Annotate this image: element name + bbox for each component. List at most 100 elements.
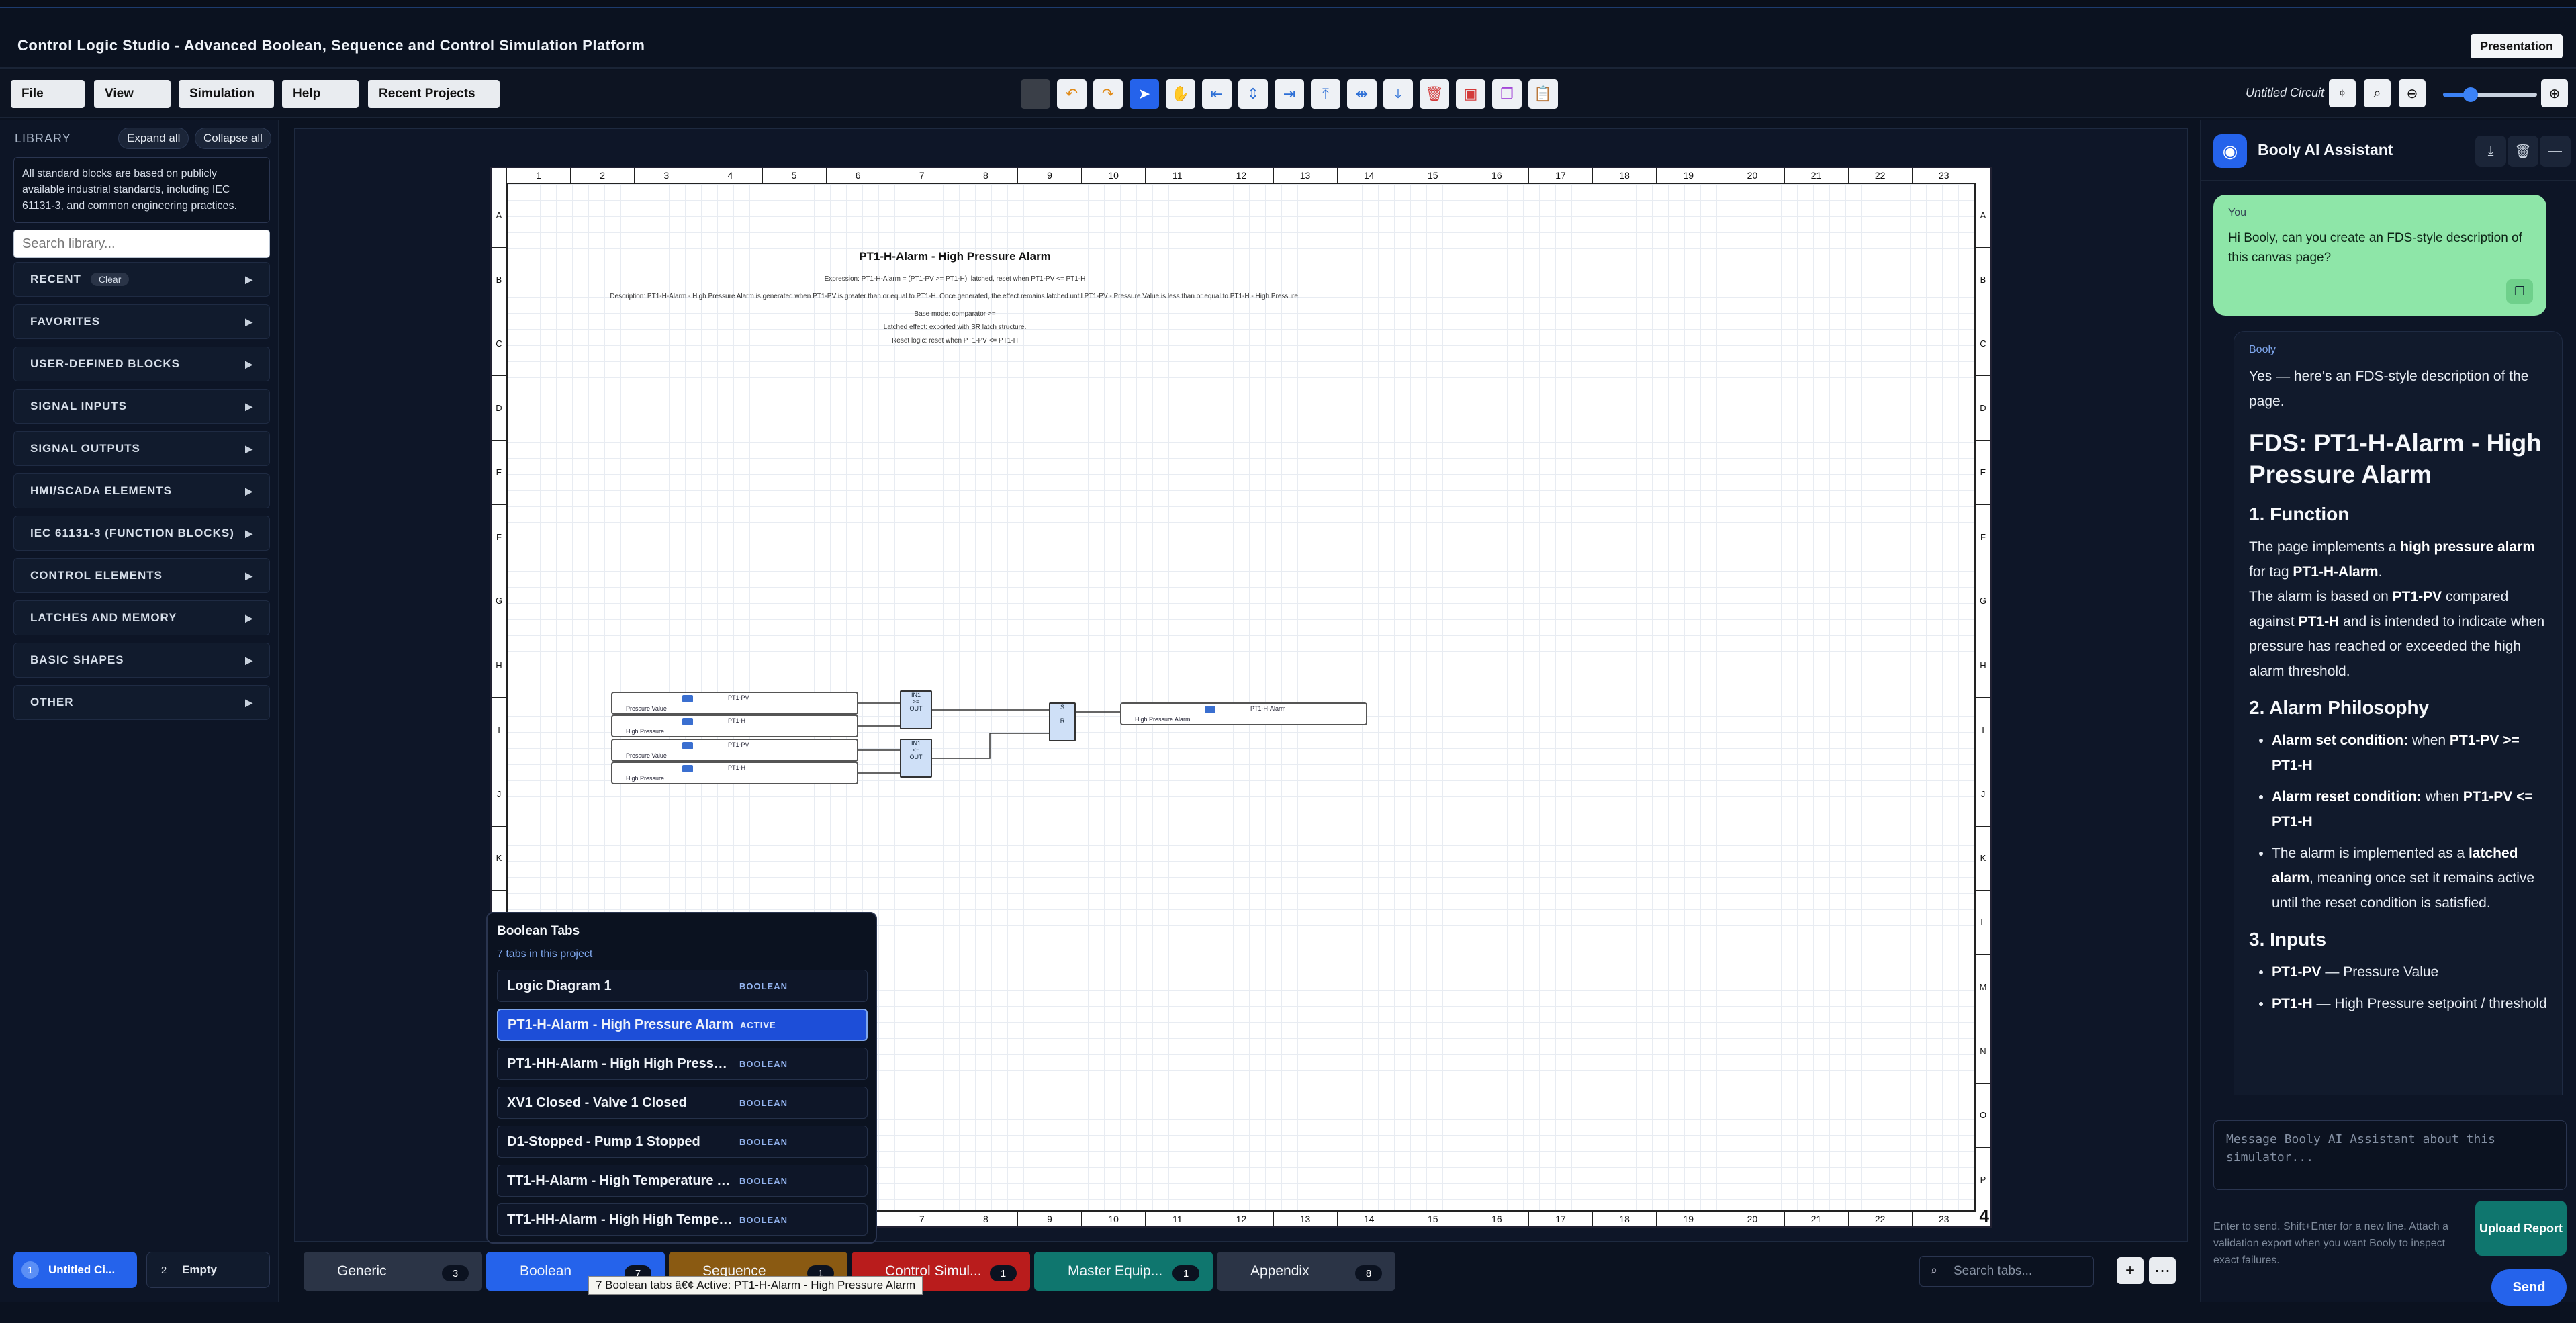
category-other[interactable]: OTHER ▶: [13, 685, 270, 720]
comparator-ge-block[interactable]: IN1 >= OUT: [900, 690, 932, 729]
boolean-tab-badge: BOOLEAN: [739, 1058, 788, 1069]
category-latches-and-memory[interactable]: LATCHES AND MEMORY ▶: [13, 600, 270, 635]
delete-page-icon[interactable]: ▣: [1456, 79, 1485, 109]
copy-icon[interactable]: ❐: [2506, 279, 2533, 304]
bottom-tab-appendix[interactable]: Appendix 8: [1217, 1252, 1395, 1291]
align-middle-icon[interactable]: ⇹: [1347, 79, 1377, 109]
boolean-tab-item[interactable]: PT1-H-Alarm - High Pressure Alarm ACTIVE: [497, 1009, 868, 1041]
redo-icon[interactable]: ↷: [1093, 79, 1123, 109]
align-bottom-icon[interactable]: ⤓: [1383, 79, 1413, 109]
sheet-title[interactable]: PT1-H-Alarm - High Pressure Alarm: [713, 250, 1197, 263]
trash-icon[interactable]: 🗑: [2508, 136, 2538, 167]
align-center-icon[interactable]: ⇕: [1238, 79, 1268, 109]
align-right-icon[interactable]: ⇥: [1275, 79, 1304, 109]
column-label: 23: [1911, 168, 1976, 183]
output-type-badge: [1205, 706, 1215, 713]
column-label: 1: [506, 168, 570, 183]
category-signal-inputs[interactable]: SIGNAL INPUTS ▶: [13, 389, 270, 424]
paste-icon[interactable]: 📋: [1528, 79, 1558, 109]
bottom-tab-label: Boolean: [520, 1263, 572, 1279]
sr-latch-block[interactable]: SR: [1049, 702, 1076, 741]
recent-projects-menu[interactable]: Recent Projects: [368, 80, 500, 108]
minimize-icon[interactable]: —: [2540, 136, 2571, 167]
zoom-search-icon[interactable]: ⌕: [2364, 79, 2391, 107]
chat-history[interactable]: You Hi Booly, can you create an FDS-styl…: [2213, 193, 2567, 1095]
input-block-pt1-h-2[interactable]: PT1-H High Pressure: [611, 762, 858, 784]
column-label: 7: [889, 168, 954, 183]
category-user-defined-blocks[interactable]: USER-DEFINED BLOCKS ▶: [13, 347, 270, 381]
blank-icon[interactable]: [1021, 79, 1050, 109]
zoom-slider[interactable]: [2443, 87, 2537, 102]
category-recent[interactable]: RECENT Clear ▶: [13, 262, 270, 297]
assistant-message: Booly Yes — here's an FDS-style descript…: [2234, 331, 2563, 1095]
column-label: 21: [1784, 1212, 1848, 1226]
chevron-right-icon: ▶: [245, 612, 253, 623]
category-iec-61131-3-function-blocks[interactable]: IEC 61131-3 (FUNCTION BLOCKS) ▶: [13, 516, 270, 551]
category-control-elements[interactable]: CONTROL ELEMENTS ▶: [13, 558, 270, 593]
sheet-note-latch: Latched effect: exported with SR latch s…: [883, 324, 1027, 331]
collapse-all-button[interactable]: Collapse all: [195, 128, 271, 149]
boolean-tab-item[interactable]: TT1-HH-Alarm - High High Temperature Ala…: [497, 1203, 868, 1236]
boolean-tab-item[interactable]: D1-Stopped - Pump 1 Stopped BOOLEAN: [497, 1126, 868, 1158]
bottom-tab-generic[interactable]: Generic 3: [304, 1252, 482, 1291]
page-tab-1[interactable]: 1 Untitled Ci...: [13, 1252, 137, 1288]
send-button[interactable]: Send: [2491, 1269, 2567, 1306]
download-icon[interactable]: ⤓: [2475, 136, 2506, 167]
message-input[interactable]: Message Booly AI Assistant about this si…: [2213, 1120, 2567, 1190]
output-block-pt1-h-alarm[interactable]: PT1-H-Alarm High Pressure Alarm: [1120, 702, 1367, 725]
category-basic-shapes[interactable]: BASIC SHAPES ▶: [13, 643, 270, 678]
tab-search-input[interactable]: ⌕ Search tabs...: [1919, 1256, 2094, 1287]
delete-icon[interactable]: 🗑: [1420, 79, 1449, 109]
add-tab-button[interactable]: +: [2117, 1257, 2144, 1284]
row-label: E: [1976, 440, 1990, 504]
help-menu[interactable]: Help: [282, 80, 359, 108]
column-label: 13: [1273, 1212, 1337, 1226]
page-tab-2[interactable]: 2 Empty: [146, 1252, 270, 1288]
pan-hand-icon[interactable]: ✋: [1166, 79, 1195, 109]
boolean-tab-item[interactable]: TT1-H-Alarm - High Temperature Alarm BOOL…: [497, 1165, 868, 1197]
more-tabs-button[interactable]: ⋯: [2149, 1257, 2176, 1284]
pointer-icon[interactable]: ➤: [1130, 79, 1159, 109]
booly-header: ◉ Booly AI Assistant ⤓ 🗑 —: [2201, 120, 2576, 181]
align-top-icon[interactable]: ⤒: [1311, 79, 1340, 109]
boolean-tab-item[interactable]: Logic Diagram 1 BOOLEAN: [497, 970, 868, 1002]
expand-all-button[interactable]: Expand all: [118, 128, 189, 149]
input-type-badge: [682, 765, 693, 772]
input-block-pt1-h[interactable]: PT1-H High Pressure: [611, 715, 858, 737]
section-function: 1. Function: [2249, 504, 2350, 524]
comparator-le-block[interactable]: IN1 <= OUT: [900, 739, 932, 778]
boolean-tab-item[interactable]: PT1-HH-Alarm - High High Pressure Alarm B…: [497, 1048, 868, 1080]
copy-icon[interactable]: ❐: [1492, 79, 1522, 109]
upload-report-button[interactable]: Upload Report: [2475, 1201, 2567, 1256]
view-menu[interactable]: View: [94, 80, 171, 108]
app-title: Control Logic Studio - Advanced Boolean,…: [17, 37, 645, 54]
input-block-pt1-pv[interactable]: PT1-PV Pressure Value: [611, 692, 858, 715]
sheet-expression: Expression: PT1-H-Alarm = (PT1-PV >= PT1…: [824, 275, 1086, 283]
boolean-tabs-popup: Boolean Tabs 7 tabs in this project Logi…: [486, 912, 877, 1244]
output-desc: High Pressure Alarm: [1135, 716, 1191, 723]
row-label: B: [492, 246, 506, 312]
function-paragraph-1: The page implements a high pressure alar…: [2249, 539, 2536, 580]
undo-icon[interactable]: ↶: [1057, 79, 1087, 109]
zoom-out-icon[interactable]: ⊖: [2399, 79, 2426, 107]
category-hmi-scada-elements[interactable]: HMI/SCADA ELEMENTS ▶: [13, 473, 270, 508]
column-label: 19: [1656, 1212, 1720, 1226]
bottom-tab-master-equip[interactable]: Master Equip... 1: [1034, 1252, 1213, 1291]
zoom-slider-knob[interactable]: [2463, 87, 2478, 102]
category-label: RECENT: [30, 273, 81, 285]
align-left-icon[interactable]: ⇤: [1202, 79, 1232, 109]
category-favorites[interactable]: FAVORITES ▶: [13, 304, 270, 339]
boolean-tab-item[interactable]: XV1 Closed - Valve 1 Closed BOOLEAN: [497, 1087, 868, 1119]
fit-icon[interactable]: ⌖: [2329, 79, 2356, 107]
simulation-menu[interactable]: Simulation: [179, 80, 274, 108]
clear-recent-button[interactable]: Clear: [90, 273, 130, 286]
circuit-name[interactable]: Untitled Circuit: [2246, 86, 2324, 100]
zoom-in-icon[interactable]: ⊕: [2541, 79, 2568, 107]
presentation-button[interactable]: Presentation: [2470, 34, 2563, 58]
boolean-tab-name: TT1-H-Alarm - High Temperature Alarm: [507, 1173, 735, 1188]
category-signal-outputs[interactable]: SIGNAL OUTPUTS ▶: [13, 431, 270, 466]
column-label: 9: [1017, 168, 1081, 183]
file-menu[interactable]: File: [11, 80, 85, 108]
library-search-input[interactable]: [13, 230, 270, 258]
input-block-pt1-pv-2[interactable]: PT1-PV Pressure Value: [611, 739, 858, 762]
